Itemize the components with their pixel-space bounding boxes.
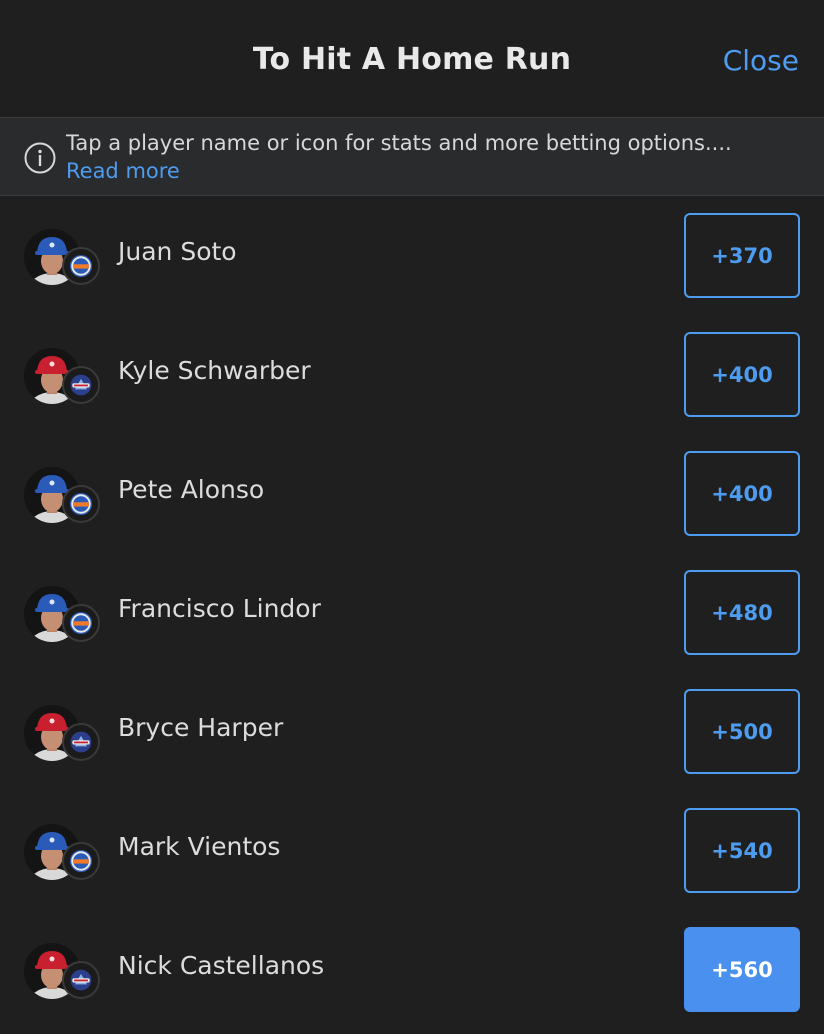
player-name[interactable]: Bryce Harper: [118, 713, 283, 742]
phillies-logo-icon: [62, 961, 100, 999]
odds-button[interactable]: +480: [684, 570, 800, 655]
player-row: Mark Vientos +540: [0, 791, 824, 910]
player-row: Pete Alonso +400: [0, 434, 824, 553]
info-message: Tap a player name or icon for stats and …: [66, 131, 732, 155]
player-icon[interactable]: [24, 229, 100, 289]
mets-logo-icon: [62, 842, 100, 880]
mets-logo-icon: [62, 247, 100, 285]
odds-button[interactable]: +560: [684, 927, 800, 1012]
close-button[interactable]: Close: [723, 44, 799, 77]
player-icon[interactable]: [24, 943, 100, 1003]
info-icon: [24, 142, 56, 174]
player-icon[interactable]: [24, 824, 100, 884]
odds-button[interactable]: +370: [684, 213, 800, 298]
player-name[interactable]: Pete Alonso: [118, 475, 264, 504]
info-text: Tap a player name or icon for stats and …: [66, 129, 786, 185]
info-banner: Tap a player name or icon for stats and …: [0, 117, 824, 196]
page-title: To Hit A Home Run: [252, 42, 572, 77]
phillies-logo-icon: [62, 723, 100, 761]
phillies-logo-icon: [62, 366, 100, 404]
player-name[interactable]: Juan Soto: [118, 237, 237, 266]
read-more-link[interactable]: Read more: [66, 159, 180, 183]
player-icon[interactable]: [24, 348, 100, 408]
player-name[interactable]: Francisco Lindor: [118, 594, 321, 623]
player-icon[interactable]: [24, 586, 100, 646]
player-row: Kyle Schwarber +400: [0, 315, 824, 434]
player-list: Juan Soto +370 Kyle Schwarber +400 Pete Alon…: [0, 196, 824, 1029]
header: To Hit A Home Run Close: [0, 0, 824, 117]
odds-button[interactable]: +540: [684, 808, 800, 893]
mets-logo-icon: [62, 485, 100, 523]
player-name[interactable]: Kyle Schwarber: [118, 356, 311, 385]
player-row: Juan Soto +370: [0, 196, 824, 315]
odds-button[interactable]: +400: [684, 332, 800, 417]
player-icon[interactable]: [24, 467, 100, 527]
player-name[interactable]: Mark Vientos: [118, 832, 280, 861]
player-row: Francisco Lindor +480: [0, 553, 824, 672]
odds-button[interactable]: +400: [684, 451, 800, 536]
player-name[interactable]: Nick Castellanos: [118, 951, 324, 980]
player-row: Bryce Harper +500: [0, 672, 824, 791]
player-icon[interactable]: [24, 705, 100, 765]
odds-button[interactable]: +500: [684, 689, 800, 774]
mets-logo-icon: [62, 604, 100, 642]
player-row: Nick Castellanos +560: [0, 910, 824, 1029]
